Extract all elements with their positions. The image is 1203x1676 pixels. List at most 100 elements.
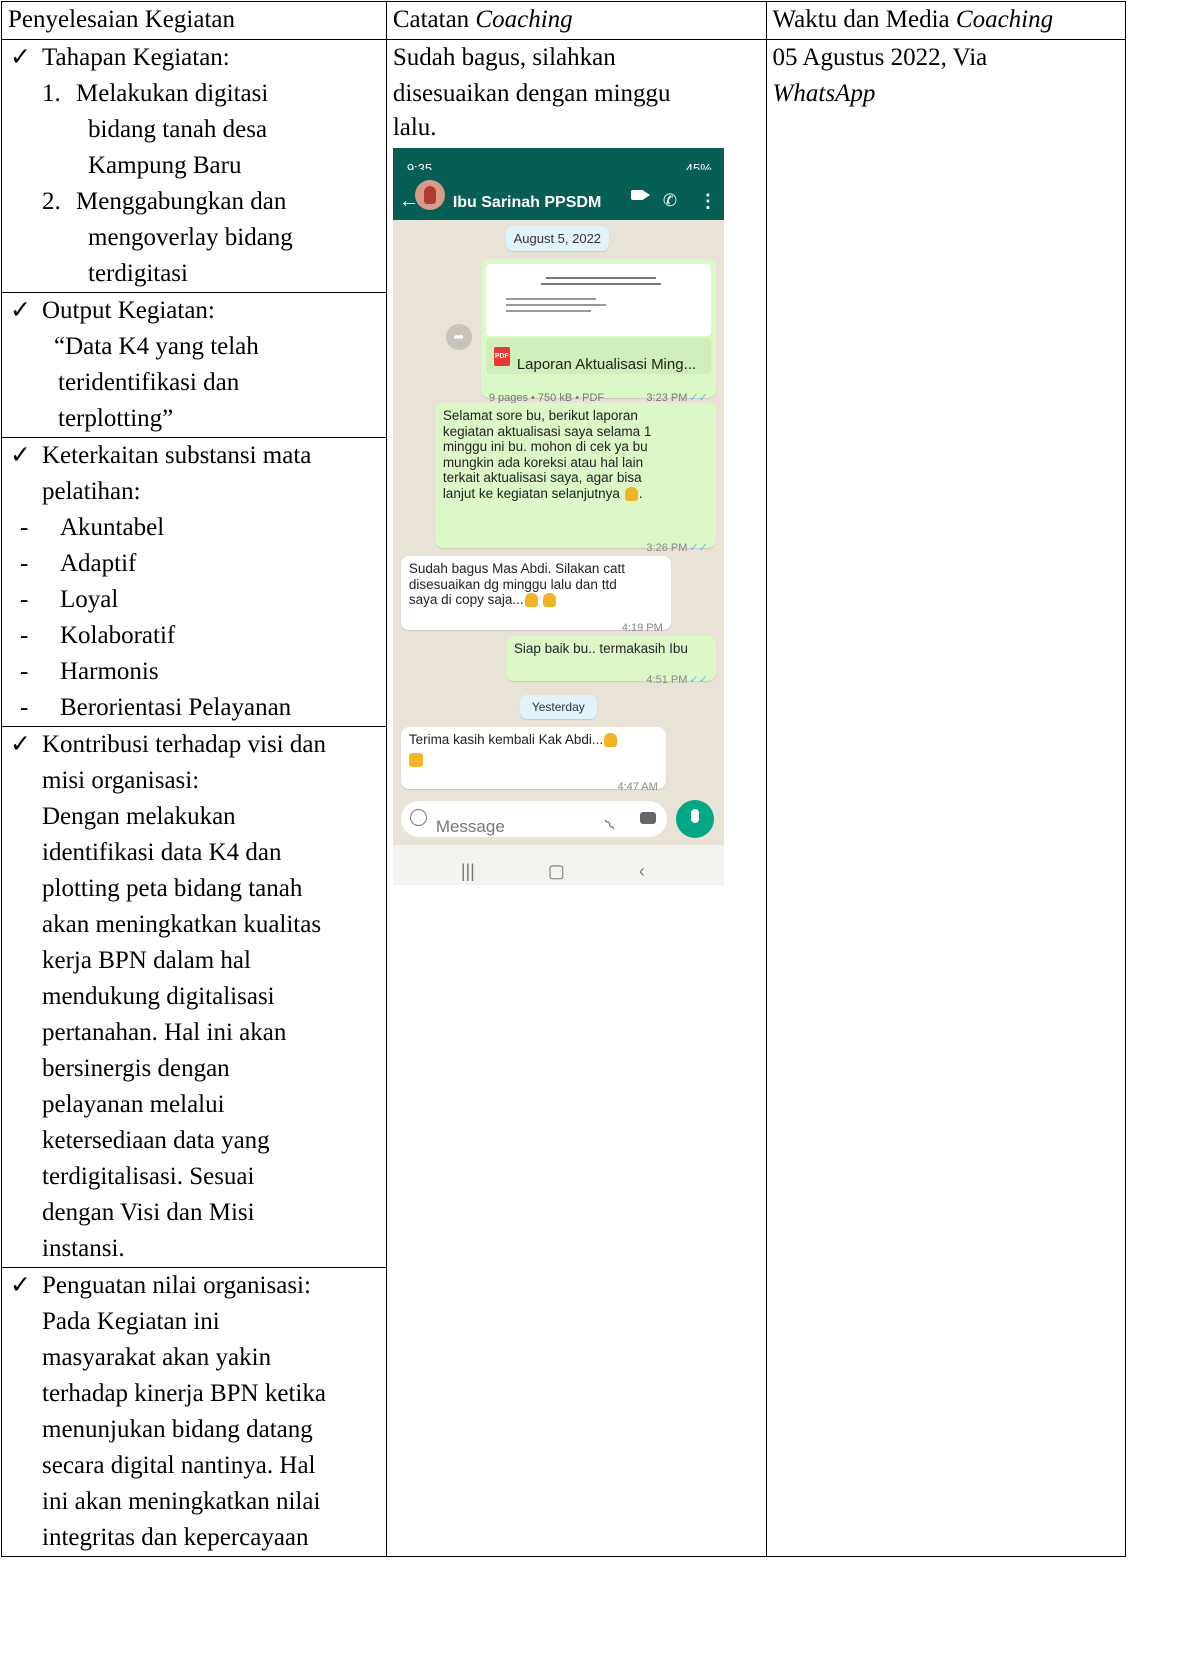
message-line: minggu ini bu. mohon di cek ya bu <box>442 439 648 454</box>
message-line: mungkin ada koreksi atau hal lain <box>442 454 644 470</box>
emoji-icon[interactable] <box>409 809 427 826</box>
pray-emoji-icon <box>524 593 538 608</box>
text-line: akan meningkatkan kualitas <box>42 911 322 938</box>
coaching-date: 05 Agustus 2022, Via <box>772 44 988 71</box>
output-line: terplotting” <box>58 405 174 432</box>
section-output: ✓ Output Kegiatan: “Data K4 yang telah te… <box>2 292 386 437</box>
mic-icon[interactable] <box>675 800 714 838</box>
text-line: menunjukan bidang datang <box>42 1416 313 1443</box>
android-nav-bar: ||| ▢ ‹ <box>392 845 724 885</box>
pdf-icon: PDF <box>493 347 510 366</box>
message-line: lanjut ke kegiatan selanjutnya <box>442 485 620 501</box>
message-text: Siap baik bu.. termakasih Ibu <box>513 641 688 656</box>
section-penguatan: ✓ Penguatan nilai organisasi: Pada Kegiat… <box>2 1267 386 1556</box>
penyelesaian-cell: ✓ Tahapan Kegiatan: 1. Melakukan digitasi … <box>1 39 387 1557</box>
text-line: identifikasi data K4 dan <box>42 839 282 866</box>
text-line: masyarakat akan yakin <box>42 1344 272 1371</box>
coaching-note-line: disesuaikan dengan minggu <box>392 80 671 107</box>
forward-icon[interactable]: ➦ <box>445 324 472 350</box>
header-penyelesaian: Penyelesaian Kegiatan <box>1 1 387 40</box>
list-item: Berorientasi Pelayanan <box>60 694 292 721</box>
message-line: terkait aktualisasi saya, agar bisa <box>442 470 642 485</box>
message-time: 4:47 AM <box>617 781 658 793</box>
nav-back-icon[interactable]: ‹ <box>639 853 645 885</box>
message-line: Selamat sore bu, berikut laporan <box>442 408 638 423</box>
output-line: teridentifikasi dan <box>58 369 240 396</box>
check-icon: ✓ <box>10 44 31 71</box>
text-line: terdigitalisasi. Sesuai <box>42 1163 255 1190</box>
check-icon: ✓ <box>10 731 31 758</box>
phone-call-icon[interactable]: ✆ <box>663 183 677 219</box>
list-item: Akuntabel <box>60 514 165 541</box>
list-item: Harmonis <box>60 658 159 685</box>
text-line: instansi. <box>42 1235 125 1262</box>
camera-icon[interactable] <box>639 812 656 824</box>
list-item-cont: Kampung Baru <box>88 152 242 179</box>
text-line: misi organisasi: <box>42 767 200 794</box>
section-tahapan: ✓ Tahapan Kegiatan: 1. Melakukan digitasi … <box>2 40 386 292</box>
status-bar: 9:35 45% <box>392 148 724 176</box>
header-catatan: Catatan Coaching <box>385 1 767 40</box>
text-line: secara digital nantinya. Hal <box>42 1452 316 1479</box>
document-file[interactable]: PDF Laporan Aktualisasi Ming... <box>485 338 711 374</box>
message-text: Selamat sore bu, berikut laporan kegiata… <box>442 408 652 501</box>
paragraph: Pada Kegiatan ini masyarakat akan yakin … <box>8 1304 380 1556</box>
list-number: 1. <box>42 80 61 107</box>
header-row: Penyelesaian Kegiatan Catatan Coaching W… <box>1 1 1127 40</box>
header-waktu: Waktu dan Media Coaching <box>765 1 1127 40</box>
header-label: Catatan <box>392 6 476 33</box>
avatar[interactable] <box>414 180 445 210</box>
list-item: Menggabungkan dan <box>76 188 287 215</box>
section-title: Penguatan nilai organisasi: <box>42 1272 311 1299</box>
pray-emoji-icon <box>624 486 638 501</box>
coaching-note-line: Sudah bagus, silahkan <box>392 44 616 71</box>
list-item-cont: mengoverlay bidang <box>88 224 293 251</box>
message-outgoing: Selamat sore bu, berikut laporan kegiata… <box>434 403 716 554</box>
read-ticks-icon: ✓✓ <box>689 542 708 554</box>
waktu-cell: 05 Agustus 2022, Via WhatsApp <box>765 39 1127 1557</box>
section-kontribusi: ✓ Kontribusi terhadap visi dan misi organ… <box>2 726 386 1267</box>
document-preview <box>485 264 711 336</box>
message-incoming: Terima kasih kembali Kak Abdi... 4:47 AM <box>400 727 666 793</box>
date-pill: Yesterday <box>519 695 597 719</box>
home-icon[interactable]: ▢ <box>548 853 565 885</box>
section-title: Output Kegiatan: <box>42 297 215 324</box>
text-line: terhadap kinerja BPN ketika <box>42 1380 326 1407</box>
content-row: ✓ Tahapan Kegiatan: 1. Melakukan digitasi … <box>1 39 1127 1557</box>
message-incoming: Sudah bagus Mas Abdi. Silakan catt dises… <box>400 556 671 634</box>
chat-header: ← Ibu Sarinah PPSDM ✆ ⋮ <box>392 170 724 221</box>
list-item: Melakukan digitasi <box>76 80 269 107</box>
message-input[interactable]: Message ⌇ <box>400 801 667 837</box>
dash-bullet: - <box>20 550 29 577</box>
text-line: Pada Kegiatan ini <box>42 1308 220 1335</box>
message-outgoing: Siap baik bu.. termakasih Ibu 4:51 PM ✓✓ <box>505 636 716 686</box>
list-item: Kolaboratif <box>60 622 176 649</box>
header-label: Penyelesaian Kegiatan <box>8 6 235 33</box>
video-call-icon[interactable] <box>630 190 650 200</box>
message-text: Terima kasih kembali Kak Abdi... <box>408 732 618 767</box>
document-message[interactable]: PDF Laporan Aktualisasi Ming... 9 pages … <box>480 259 716 404</box>
text-line: pelayanan melalui <box>42 1091 225 1118</box>
input-placeholder: Message <box>435 817 505 836</box>
check-icon: ✓ <box>10 442 31 469</box>
whatsapp-screenshot: 9:35 45% ← Ibu Sarinah PPSDM ✆ ⋮ August … <box>392 148 724 885</box>
attach-icon[interactable]: ⌇ <box>596 810 625 843</box>
section-title: Kontribusi terhadap visi dan <box>42 731 326 758</box>
contact-name[interactable]: Ibu Sarinah PPSDM <box>453 185 601 221</box>
message-line: Sudah bagus Mas Abdi. Silakan catt <box>408 561 625 576</box>
message-line: kegiatan aktualisasi saya selama 1 <box>442 423 652 439</box>
catatan-cell: Sudah bagus, silahkan disesuaikan dengan… <box>385 39 767 1557</box>
pray-emoji-icon <box>543 593 557 608</box>
section-title-cont: pelatihan: <box>42 478 141 505</box>
text-line: ini akan meningkatkan nilai <box>42 1488 321 1515</box>
coaching-note-line: lalu. <box>392 114 437 141</box>
text-line: ketersediaan data yang <box>42 1127 270 1154</box>
recent-apps-icon[interactable]: ||| <box>461 853 475 885</box>
dash-bullet: - <box>20 622 29 649</box>
message-text: Sudah bagus Mas Abdi. Silakan catt dises… <box>409 561 625 608</box>
dash-bullet: - <box>20 514 29 541</box>
text-line: mendukung digitalisasi <box>42 983 275 1010</box>
text-line: bersinergis dengan <box>42 1055 230 1082</box>
more-menu-icon[interactable]: ⋮ <box>699 183 717 219</box>
text-line: kerja BPN dalam hal <box>42 947 251 974</box>
